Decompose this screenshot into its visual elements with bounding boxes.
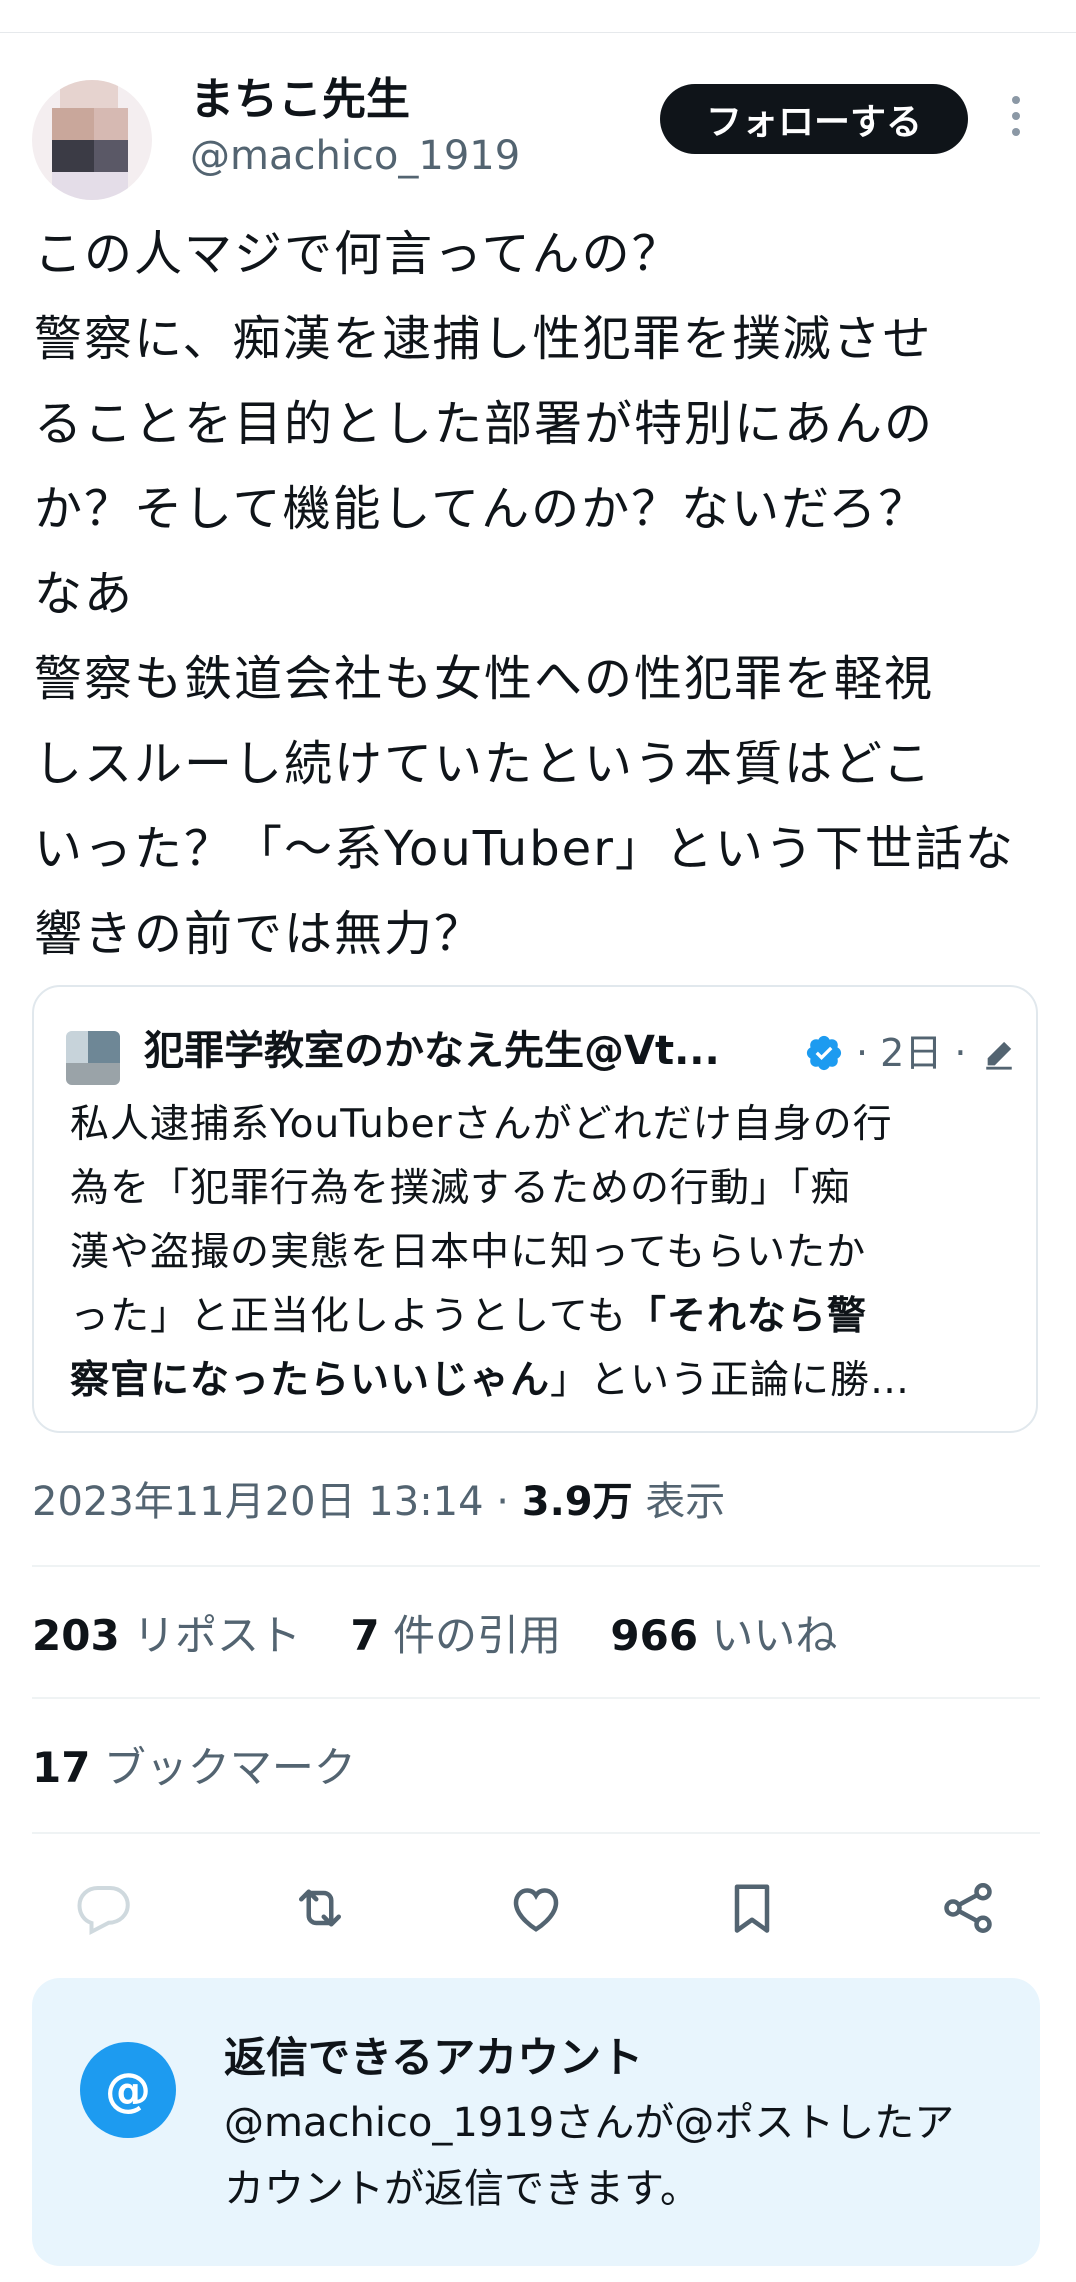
author-handle[interactable]: @machico_1919 [190,130,520,182]
timestamp: 2023年11月20日 13:14 · 3.9万 表示 [32,1474,725,1530]
at-sign-icon: @ [80,2042,176,2138]
bookmarks-stat[interactable]: 17 ブックマーク [32,1740,356,1796]
verified-badge-icon [806,1035,842,1071]
edited-pencil-icon [986,1041,1012,1070]
divider [32,1697,1040,1699]
divider [32,1565,1040,1567]
reply-icon[interactable] [74,1878,134,1938]
more-options-icon[interactable] [1006,96,1026,142]
like-icon[interactable] [506,1878,566,1938]
top-divider [0,32,1076,33]
bookmark-icon[interactable] [722,1878,782,1938]
divider [32,1832,1040,1834]
author-display-name[interactable]: まちこ先生 [190,72,410,128]
likes-stat[interactable]: 966 いいね [610,1611,837,1660]
view-label: 表示 [632,1479,726,1525]
share-icon[interactable] [938,1878,998,1938]
engagement-stats: 203 リポスト 7 件の引用 966 いいね [32,1608,873,1664]
repost-icon[interactable] [290,1878,350,1938]
reply-restriction-description: @machico_1919さんが@ポストしたア カウントが返信できます。 [224,2100,955,2212]
reply-restriction-box: @ 返信できるアカウント @machico_1919さんが@ポストしたア カウン… [32,1978,1040,2266]
reply-restriction-title: 返信できるアカウント [224,2033,644,2082]
reposts-stat[interactable]: 203 リポスト [32,1611,301,1660]
tweet-text: この人マジで何言ってんの？ 警察に、痴漢を逮捕し性犯罪を撲滅させ ることを目的と… [34,226,1015,962]
quote-meta: · 2日 · [856,1031,967,1075]
quote-text: 私人逮捕系YouTuberさんがどれだけ自身の行 為を「犯罪行為を撲滅するための… [70,1102,911,1403]
quotes-stat[interactable]: 7 件の引用 [350,1611,561,1660]
view-count: 3.9万 [521,1479,633,1525]
quote-avatar [66,1031,120,1085]
quote-author-name: 犯罪学教室のかなえ先生@Vt... [144,1028,720,1074]
timestamp-date[interactable]: 2023年11月20日 13:14 · [32,1479,522,1525]
follow-button[interactable]: フォローする [660,84,968,154]
avatar[interactable] [32,80,152,200]
quoted-tweet[interactable]: 犯罪学教室のかなえ先生@Vt... · 2日 · 私人逮捕系YouTuberさん… [32,985,1038,1433]
